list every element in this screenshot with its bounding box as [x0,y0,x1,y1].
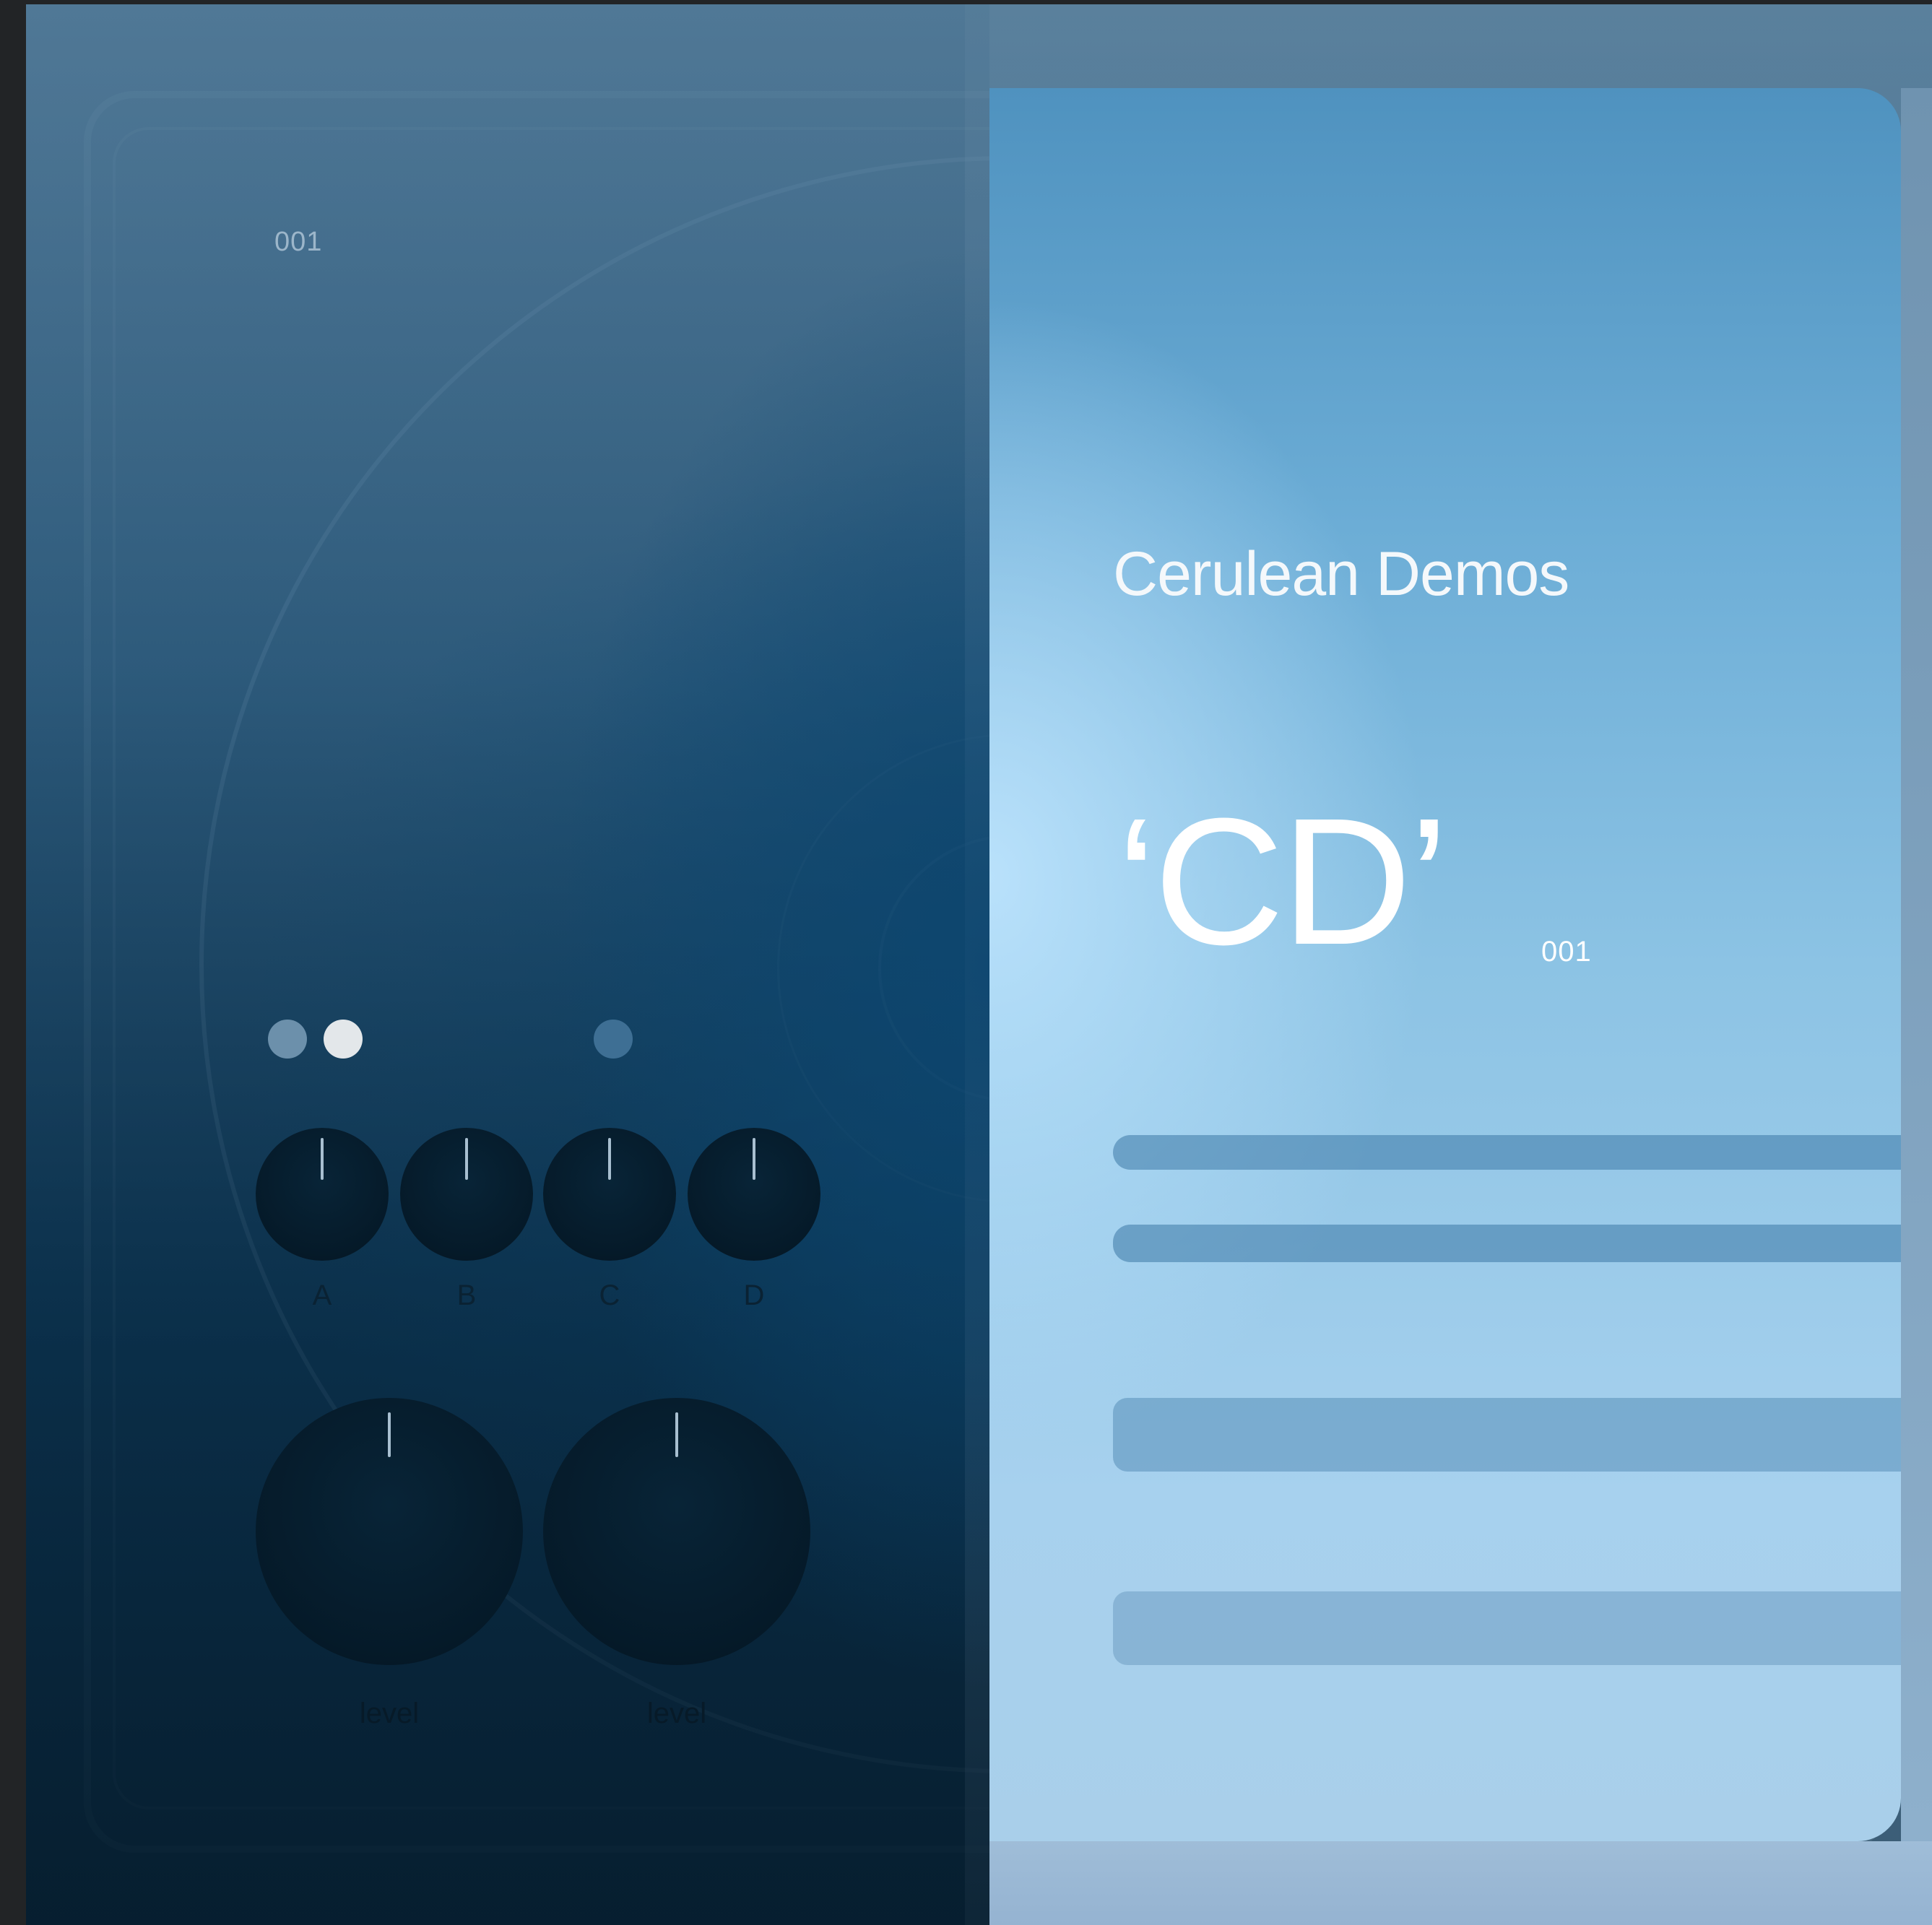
level-label-2: level [646,1698,707,1729]
catalog-number: 001 [1541,936,1592,968]
knob-pointer [321,1138,324,1180]
knob-pointer [465,1138,468,1180]
level-knob-2[interactable] [543,1398,810,1665]
knob-label-a: A [312,1279,332,1311]
indicator-light-2 [324,1020,363,1059]
knob-label-b: B [456,1279,477,1311]
level-label-1: level [359,1698,420,1729]
knob-pointer [675,1412,678,1457]
knob-a[interactable] [256,1128,389,1261]
album-artwork: 001 A B C D level level Cerulean Demos ‘… [26,4,1932,1925]
knob-pointer [608,1138,611,1180]
indicator-light-3 [594,1020,633,1059]
text-placeholder-bar-1 [1113,1135,1901,1170]
text-placeholder-bar-2 [1113,1225,1901,1262]
knob-label-c: C [599,1279,620,1311]
knob-d[interactable] [688,1128,820,1261]
level-knob-1[interactable] [256,1398,523,1665]
knob-b[interactable] [400,1128,533,1261]
text-placeholder-bar-4 [1113,1591,1901,1665]
control-panel [26,4,989,1925]
knob-pointer [753,1138,755,1180]
knob-c[interactable] [543,1128,676,1261]
case-spine [1901,88,1932,1841]
catalog-number-top: 001 [274,227,323,257]
text-placeholder-bar-3 [1113,1398,1901,1472]
format-label: ‘CD’ [1117,781,1449,982]
knob-label-d: D [743,1279,765,1311]
album-title: Cerulean Demos [1113,539,1569,609]
cover-panel-bottom [989,1841,1932,1925]
indicator-light-1 [268,1020,307,1059]
knob-pointer [388,1412,391,1457]
